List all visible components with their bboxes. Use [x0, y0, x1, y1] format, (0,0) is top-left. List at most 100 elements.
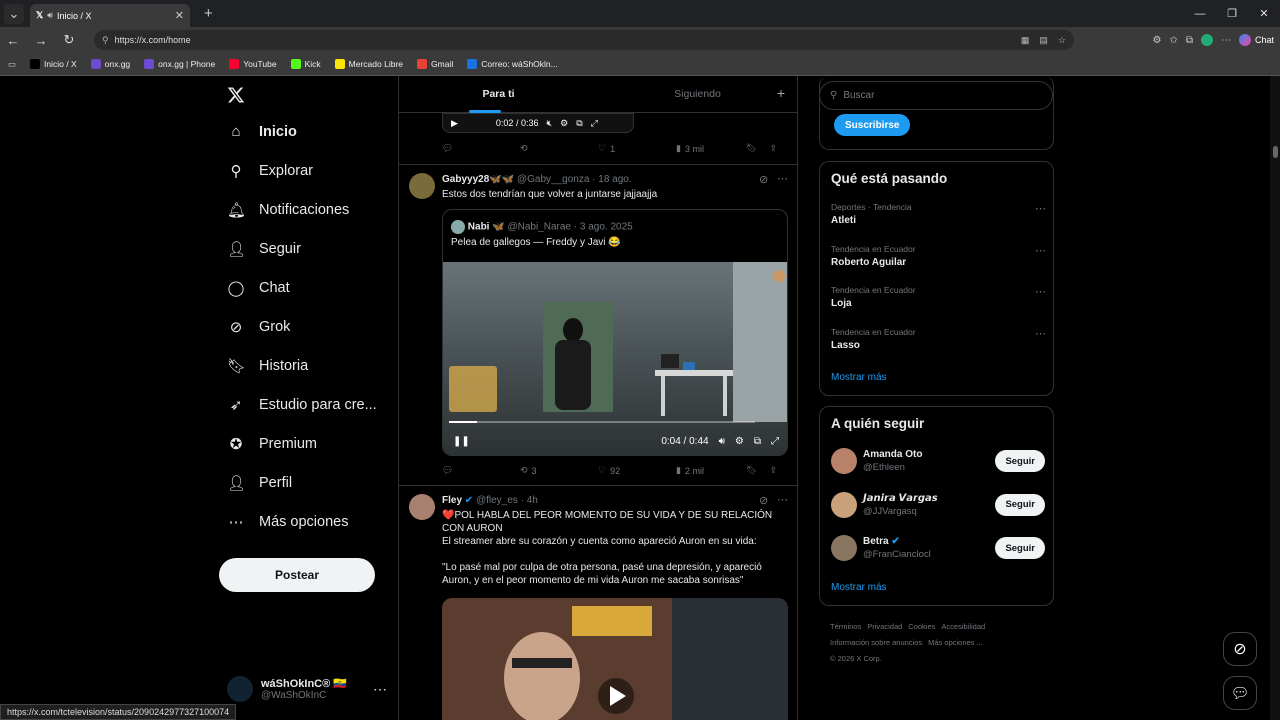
- collections-icon[interactable]: ⧉: [1186, 35, 1193, 46]
- grok-icon[interactable]: ⊘: [759, 494, 768, 507]
- x-logo-icon[interactable]: [227, 86, 245, 104]
- new-tab-button[interactable]: +: [204, 5, 213, 22]
- bookmark-item[interactable]: onx.gg: [90, 59, 130, 69]
- restore-button[interactable]: ❐: [1216, 0, 1248, 27]
- like-button[interactable]: ♡ 1: [598, 143, 676, 154]
- scrollbar-thumb[interactable]: [1273, 146, 1278, 158]
- fullscreen-icon[interactable]: ⤢: [771, 436, 779, 447]
- grok-icon[interactable]: ⊘: [759, 173, 768, 186]
- search-input[interactable]: ⚲ Buscar: [819, 81, 1053, 110]
- author-name[interactable]: Gabyyy28🦋🦋: [442, 174, 514, 185]
- bookmark-icon[interactable]: 🔖︎: [746, 143, 757, 154]
- nav-item-notificaciones[interactable]: 🔔︎ Notificaciones: [227, 201, 349, 219]
- grok-fab-button[interactable]: ⊘: [1223, 632, 1257, 666]
- bookmark-item[interactable]: Inicio / X: [30, 59, 77, 69]
- tab-siguiendo[interactable]: Siguiendo: [598, 76, 797, 112]
- footer-link[interactable]: Accesibilidad: [941, 622, 985, 631]
- tab-para-ti[interactable]: Para ti: [399, 76, 598, 112]
- nav-item-historia[interactable]: 🔖︎ Historia: [227, 357, 308, 375]
- tweet-date[interactable]: · 18 ago.: [592, 174, 631, 185]
- more-dots-icon[interactable]: ⋯: [373, 681, 387, 698]
- nav-item-estudio-para-cre[interactable]: ➶ Estudio para cre...: [227, 396, 377, 414]
- favorites-icon[interactable]: ✩: [1169, 35, 1177, 46]
- bookmark-icon[interactable]: 🔖︎: [746, 465, 757, 476]
- fullscreen-icon[interactable]: ⤢: [591, 118, 598, 129]
- settings-icon[interactable]: ⚙: [735, 436, 744, 447]
- reply-icon[interactable]: 💬︎: [442, 465, 520, 476]
- footer-link[interactable]: Cookies: [908, 622, 935, 631]
- bookmark-item[interactable]: Kick: [290, 59, 321, 69]
- views-button[interactable]: ▮ 2 mil: [676, 465, 754, 476]
- quoted-tweet[interactable]: Nabi 🦋 @Nabi_Narae · 3 ago. 2025 Pelea d…: [442, 209, 788, 456]
- speaker-icon[interactable]: 🔊︎: [47, 10, 53, 21]
- extensions-icon[interactable]: ⚙: [1152, 35, 1161, 46]
- footer-link[interactable]: Más opciones ...: [928, 638, 983, 647]
- add-feed-icon[interactable]: +: [777, 85, 785, 101]
- avatar[interactable]: [831, 535, 857, 561]
- address-bar[interactable]: ⚲ https://x.com/home ▦ ▤ ☆: [94, 30, 1074, 50]
- show-more-trends-link[interactable]: Mostrar más: [831, 372, 887, 383]
- reload-button[interactable]: ↻: [62, 32, 76, 48]
- subscribe-button[interactable]: Suscribirse: [834, 114, 911, 136]
- close-window-button[interactable]: ✕: [1248, 0, 1280, 27]
- more-dots-icon[interactable]: ⋯: [1035, 202, 1046, 215]
- avatar[interactable]: [831, 448, 857, 474]
- bookmark-item[interactable]: YouTube: [229, 59, 277, 69]
- show-more-follow-link[interactable]: Mostrar más: [831, 582, 887, 593]
- video-progress[interactable]: [449, 421, 755, 423]
- volume-icon[interactable]: 🔊︎: [719, 436, 725, 447]
- follow-suggestion[interactable]: Betra ✔ @FranCianclocl Seguir: [831, 531, 1045, 565]
- minimize-button[interactable]: —: [1184, 0, 1216, 27]
- profile-icon[interactable]: [1200, 34, 1213, 46]
- browser-tab[interactable]: 𝕏 🔊︎ Inicio / X ✕: [30, 3, 190, 28]
- bookmark-item[interactable]: onx.gg | Phone: [144, 59, 215, 69]
- avatar[interactable]: [409, 494, 435, 520]
- avatar[interactable]: [409, 173, 435, 199]
- share-icon[interactable]: ⇪: [769, 143, 777, 154]
- back-button[interactable]: ←: [6, 33, 20, 48]
- follow-suggestion[interactable]: Amanda Oto @Ethleen Seguir: [831, 444, 1045, 478]
- bookmark-item[interactable]: Gmail: [417, 59, 453, 69]
- favorite-star-icon[interactable]: ☆: [1058, 35, 1066, 46]
- trend-item[interactable]: Tendencia en Ecuador Roberto Aguilar ⋯: [831, 244, 1046, 268]
- author-handle[interactable]: @Gaby__gonza: [517, 174, 589, 185]
- follow-button[interactable]: Seguir: [995, 450, 1045, 472]
- trend-item[interactable]: Tendencia en Ecuador Lasso ⋯: [831, 327, 1046, 351]
- copilot-chat-button[interactable]: Chat: [1238, 34, 1274, 46]
- apps-icon[interactable]: ▦: [1021, 35, 1030, 46]
- follow-suggestion[interactable]: 𝙅𝙖𝙣𝙞𝙧𝙖 𝙑𝙖𝙧𝙜𝙖𝙨 @JJVargasq Seguir: [831, 488, 1045, 522]
- more-dots-icon[interactable]: ⋯: [777, 172, 788, 185]
- nav-item-seguir[interactable]: 👤︎ Seguir: [227, 240, 301, 258]
- like-button[interactable]: ♡ 92: [598, 465, 676, 476]
- repost-button[interactable]: ⟲ 3: [520, 465, 598, 476]
- mute-icon[interactable]: 🔇︎: [546, 118, 552, 129]
- share-icon[interactable]: ⇪: [769, 465, 777, 476]
- trend-item[interactable]: Deportes · Tendencia Atleti ⋯: [831, 202, 1046, 226]
- pip-icon[interactable]: ⧉: [576, 118, 582, 129]
- more-dots-icon[interactable]: ⋯: [1035, 285, 1046, 298]
- video-player[interactable]: ❚❚ 0:04 / 0:44 🔊︎ ⚙ ⧉ ⤢: [443, 262, 787, 455]
- tweet-date[interactable]: · 4h: [521, 495, 538, 506]
- footer-link[interactable]: Términos: [830, 622, 861, 631]
- trend-item[interactable]: Tendencia en Ecuador Loja ⋯: [831, 285, 1046, 309]
- nav-item-inicio[interactable]: ⌂ Inicio: [227, 123, 296, 140]
- bookmark-item[interactable]: Correo: wáShOkln...: [467, 59, 558, 69]
- nav-item-chat[interactable]: ◯ Chat: [227, 279, 290, 297]
- author-name[interactable]: Fley: [442, 495, 462, 506]
- footer-link[interactable]: Información sobre anuncios: [830, 638, 922, 647]
- reply-icon[interactable]: 💬︎: [442, 143, 520, 154]
- author-handle[interactable]: @fley_es: [476, 495, 518, 506]
- bookmark-item[interactable]: Mercado Libre: [334, 59, 403, 69]
- footer-link[interactable]: Privacidad: [867, 622, 902, 631]
- video-thumbnail[interactable]: [442, 598, 788, 720]
- follow-button[interactable]: Seguir: [995, 493, 1045, 516]
- nav-item-grok[interactable]: ⊘ Grok: [227, 318, 291, 336]
- more-dots-icon[interactable]: ⋯: [1035, 244, 1046, 257]
- nav-item-m-s-opciones[interactable]: ⋯ Más opciones: [227, 513, 349, 531]
- tab-menu-button[interactable]: ⌄: [4, 3, 24, 24]
- play-icon[interactable]: ▶: [451, 118, 458, 129]
- more-dots-icon[interactable]: ⋯: [1035, 327, 1046, 340]
- avatar[interactable]: [831, 491, 857, 518]
- pause-icon[interactable]: ❚❚: [453, 436, 470, 447]
- settings-icon[interactable]: ⚙: [560, 118, 568, 129]
